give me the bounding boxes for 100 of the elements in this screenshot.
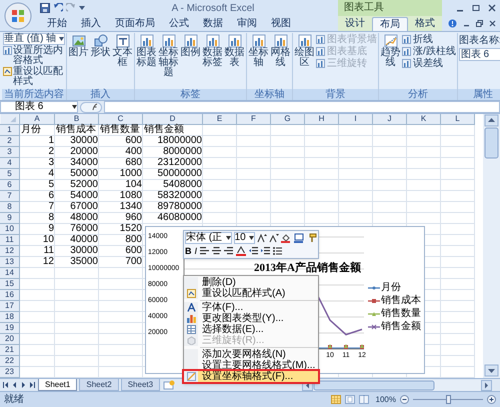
ribbon-button[interactable]: 误差线 bbox=[402, 58, 456, 69]
ribbon-button[interactable]: 网格线 bbox=[270, 33, 291, 68]
ribbon-tab[interactable]: 页面布局 bbox=[108, 17, 162, 31]
row-header[interactable]: 13 bbox=[0, 257, 20, 268]
ribbon-button[interactable]: 文本框 bbox=[112, 33, 133, 68]
column-header[interactable]: J bbox=[373, 114, 407, 125]
row-header[interactable]: 22 bbox=[0, 356, 20, 367]
row-header[interactable]: 18 bbox=[0, 312, 20, 323]
ribbon-tab[interactable]: 插入 bbox=[74, 17, 108, 31]
ribbon-button[interactable]: 图片 bbox=[68, 33, 89, 58]
bold-button[interactable]: B bbox=[185, 246, 192, 256]
decrease-indent-icon[interactable] bbox=[249, 247, 258, 256]
ribbon-tab[interactable]: 开始 bbox=[40, 17, 74, 31]
sheet-tab[interactable]: Sheet1 bbox=[38, 379, 78, 391]
row-header[interactable]: 20 bbox=[0, 334, 20, 345]
italic-button[interactable]: I bbox=[194, 246, 198, 256]
ribbon-button[interactable]: 绘图区 bbox=[294, 33, 315, 68]
save-icon[interactable] bbox=[40, 3, 50, 13]
sheet-tab[interactable]: Sheet3 bbox=[120, 379, 160, 391]
office-button[interactable] bbox=[4, 2, 32, 30]
row-header[interactable]: 7 bbox=[0, 191, 20, 202]
row-header[interactable]: 6 bbox=[0, 180, 20, 191]
align-left-icon[interactable] bbox=[200, 247, 210, 256]
ribbon-button[interactable]: 折线 bbox=[402, 34, 456, 45]
zoom-slider-thumb[interactable] bbox=[446, 395, 451, 404]
close-icon[interactable] bbox=[488, 4, 496, 12]
menu-item[interactable]: 字体(F)... bbox=[184, 302, 318, 313]
row-header[interactable]: 3 bbox=[0, 147, 20, 158]
previous-sheet-icon[interactable] bbox=[11, 381, 18, 389]
row-header[interactable]: 4 bbox=[0, 158, 20, 169]
row-header[interactable]: 2 bbox=[0, 136, 20, 147]
maximize-icon[interactable] bbox=[472, 4, 480, 12]
fill-color-icon[interactable] bbox=[281, 233, 292, 244]
function-icon[interactable] bbox=[80, 102, 102, 112]
column-header[interactable]: I bbox=[339, 114, 373, 125]
font-color-icon[interactable] bbox=[236, 246, 246, 256]
ribbon-button[interactable]: 坐标轴标题 bbox=[158, 33, 179, 78]
row-header[interactable]: 8 bbox=[0, 202, 20, 213]
ribbon-button[interactable]: 重设以匹配样式 bbox=[3, 67, 65, 87]
increase-indent-icon[interactable] bbox=[261, 247, 270, 256]
column-header[interactable]: F bbox=[237, 114, 271, 125]
row-header[interactable]: 5 bbox=[0, 169, 20, 180]
row-header[interactable]: 23 bbox=[0, 367, 20, 378]
ribbon-button[interactable]: 形状 bbox=[90, 33, 111, 58]
ribbon-tab[interactable]: 布局 bbox=[372, 17, 408, 31]
menu-item[interactable]: 选择数据(E)... bbox=[184, 324, 318, 335]
font-dropdown[interactable]: 宋体 (正 bbox=[185, 232, 232, 244]
grow-font-icon[interactable] bbox=[257, 233, 267, 244]
next-sheet-icon[interactable] bbox=[20, 381, 27, 389]
last-sheet-icon[interactable] bbox=[29, 381, 36, 389]
column-header[interactable]: B bbox=[55, 114, 99, 125]
column-header[interactable]: G bbox=[271, 114, 305, 125]
column-header[interactable]: L bbox=[441, 114, 475, 125]
column-header[interactable]: H bbox=[305, 114, 339, 125]
chart-name-field[interactable]: 图表 6 bbox=[458, 48, 500, 61]
ribbon-button[interactable]: 图例 bbox=[180, 33, 201, 58]
column-header[interactable]: K bbox=[407, 114, 441, 125]
sheet-tab[interactable]: Sheet2 bbox=[79, 379, 119, 391]
ribbon-button[interactable]: 数据表 bbox=[224, 33, 245, 68]
row-header[interactable]: 19 bbox=[0, 323, 20, 334]
size-dropdown[interactable]: 10 bbox=[234, 232, 255, 244]
ribbon-button[interactable]: 设置所选内容格式 bbox=[3, 46, 65, 66]
restore-icon[interactable] bbox=[476, 20, 483, 27]
column-header[interactable]: A bbox=[20, 114, 55, 125]
ribbon-button[interactable]: 涨/跌柱线 bbox=[402, 46, 456, 57]
menu-item[interactable]: 添加次要网格线(N) bbox=[184, 349, 318, 360]
ribbon-tab[interactable]: 设计 bbox=[338, 17, 372, 31]
ribbon-tab[interactable]: 审阅 bbox=[230, 17, 264, 31]
menu-item[interactable]: 重设以匹配样式(A) bbox=[184, 288, 318, 299]
ribbon-button[interactable]: 数据标签 bbox=[202, 33, 223, 68]
ribbon-tab[interactable]: 视图 bbox=[264, 17, 298, 31]
shrink-font-icon[interactable] bbox=[269, 233, 279, 244]
help-icon[interactable] bbox=[448, 19, 457, 28]
format-painter-icon[interactable] bbox=[307, 233, 317, 244]
menu-item[interactable]: 更改图表类型(Y)... bbox=[184, 313, 318, 324]
horizontal-scrollbar[interactable] bbox=[302, 380, 492, 390]
row-header[interactable]: 11 bbox=[0, 235, 20, 246]
zoom-out-button[interactable] bbox=[400, 395, 409, 404]
menu-item[interactable]: 设置坐标轴格式(F)... bbox=[184, 371, 318, 382]
row-header[interactable]: 1 bbox=[0, 125, 20, 136]
close-icon[interactable] bbox=[489, 20, 496, 27]
row-header[interactable]: 10 bbox=[0, 224, 20, 235]
border-color-icon[interactable] bbox=[294, 233, 305, 244]
row-header[interactable]: 17 bbox=[0, 301, 20, 312]
ribbon-button[interactable]: 坐标轴 bbox=[248, 33, 269, 68]
ribbon-tab[interactable]: 格式 bbox=[408, 17, 442, 31]
first-sheet-icon[interactable] bbox=[2, 381, 9, 389]
row-header[interactable]: 15 bbox=[0, 279, 20, 290]
row-header[interactable]: 12 bbox=[0, 246, 20, 257]
ribbon-button[interactable]: 趋势线 bbox=[380, 33, 401, 68]
column-header[interactable]: E bbox=[203, 114, 237, 125]
row-header[interactable]: 9 bbox=[0, 213, 20, 224]
ribbon-tab[interactable]: 公式 bbox=[162, 17, 196, 31]
column-header[interactable]: C bbox=[99, 114, 143, 125]
undo-icon[interactable] bbox=[53, 3, 63, 13]
row-header[interactable]: 14 bbox=[0, 268, 20, 279]
zoom-in-button[interactable] bbox=[487, 395, 496, 404]
selection-dropdown[interactable]: 垂直 (值) 轴 bbox=[3, 33, 65, 45]
caret-icon[interactable] bbox=[79, 5, 85, 11]
bullets-icon[interactable] bbox=[273, 247, 282, 256]
